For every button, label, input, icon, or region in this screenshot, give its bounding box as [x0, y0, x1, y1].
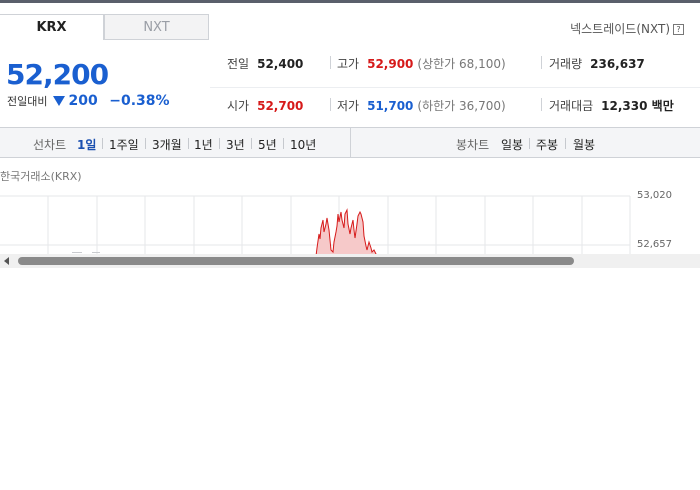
divider: [565, 138, 566, 149]
candle-daily[interactable]: 일봉: [501, 136, 523, 153]
period-1d[interactable]: 1일: [77, 136, 96, 153]
top-border: [0, 0, 700, 3]
price-line: [315, 208, 378, 256]
tab-nxt[interactable]: NXT: [104, 14, 209, 40]
period-3m[interactable]: 3개월: [152, 136, 182, 153]
candle-weekly[interactable]: 주봉: [536, 136, 558, 153]
stat-label: 시가: [227, 99, 250, 113]
stat-value: 51,700: [367, 99, 414, 113]
stat-label: 저가: [337, 99, 360, 113]
stat-value: 52,400: [257, 57, 304, 71]
tab-krx[interactable]: KRX: [0, 14, 104, 40]
period-1y[interactable]: 1년: [194, 136, 213, 153]
stat-sub: (상한가 68,100): [417, 57, 506, 71]
divider: [541, 56, 542, 69]
stat-high: 고가 52,900 (상한가 68,100): [337, 55, 506, 72]
divider: [330, 56, 331, 69]
candle-chart-label: 봉차트: [456, 138, 490, 152]
current-price: 52,200: [6, 58, 109, 91]
stat-value: 52,900: [367, 57, 414, 71]
stat-label: 거래량: [549, 57, 583, 71]
divider: [188, 138, 189, 149]
down-triangle-icon: [52, 96, 65, 106]
stat-label: 거래대금: [549, 99, 594, 113]
nextrade-link-label[interactable]: 넥스트레이드(NXT): [570, 22, 670, 36]
stat-value: 236,637: [590, 57, 645, 71]
y-tick-top: 53,020: [637, 190, 672, 201]
period-3y[interactable]: 3년: [226, 136, 245, 153]
change-label: 전일대비: [7, 95, 48, 108]
price-change: 전일대비 200 −0.38%: [7, 93, 170, 109]
stat-trade-value: 거래대금 12,330 백만: [549, 97, 674, 114]
period-1w[interactable]: 1주일: [109, 136, 139, 153]
divider: [102, 138, 103, 149]
help-icon[interactable]: ?: [673, 24, 684, 35]
divider: [541, 98, 542, 111]
line-chart-label: 선차트: [33, 138, 67, 152]
chart-title: 한국거래소(KRX): [0, 170, 82, 183]
stat-open: 시가 52,700: [227, 97, 303, 114]
chart-svg: [0, 195, 631, 256]
horizontal-scrollbar[interactable]: [0, 254, 700, 268]
change-percent: −0.38%: [109, 93, 170, 109]
divider: [283, 138, 284, 149]
nextrade-link[interactable]: 넥스트레이드(NXT)?: [570, 20, 684, 37]
candle-monthly[interactable]: 월봉: [573, 136, 595, 153]
stat-prev-close: 전일 52,400: [227, 55, 303, 72]
change-amount: 200: [68, 93, 98, 109]
stat-value: 52,700: [257, 99, 304, 113]
divider: [529, 138, 530, 149]
divider: [219, 138, 220, 149]
divider: [350, 128, 351, 157]
chart-period-bar: 선차트 1일 1주일 3개월 1년 3년 5년 10년 봉차트 일봉 주봉 월봉: [0, 127, 700, 158]
stat-label: 전일: [227, 57, 250, 71]
stat-volume: 거래량 236,637: [549, 55, 645, 72]
scrollbar-thumb[interactable]: [18, 257, 574, 265]
divider: [251, 138, 252, 149]
y-tick-mid: 52,657: [637, 239, 672, 250]
scroll-left-arrow-icon[interactable]: [4, 257, 9, 265]
stat-low: 저가 51,700 (하한가 36,700): [337, 97, 506, 114]
period-5y[interactable]: 5년: [258, 136, 277, 153]
stat-label: 고가: [337, 57, 360, 71]
divider: [145, 138, 146, 149]
stat-value: 12,330 백만: [601, 99, 674, 113]
chart-mark: [92, 252, 100, 253]
chart-grid: [0, 195, 631, 256]
chart-mark: [72, 252, 82, 253]
period-10y[interactable]: 10년: [290, 136, 316, 153]
divider: [330, 98, 331, 111]
stats-separator: [210, 87, 700, 88]
price-chart: 53,020 52,657: [0, 190, 700, 256]
stat-sub: (하한가 36,700): [417, 99, 506, 113]
